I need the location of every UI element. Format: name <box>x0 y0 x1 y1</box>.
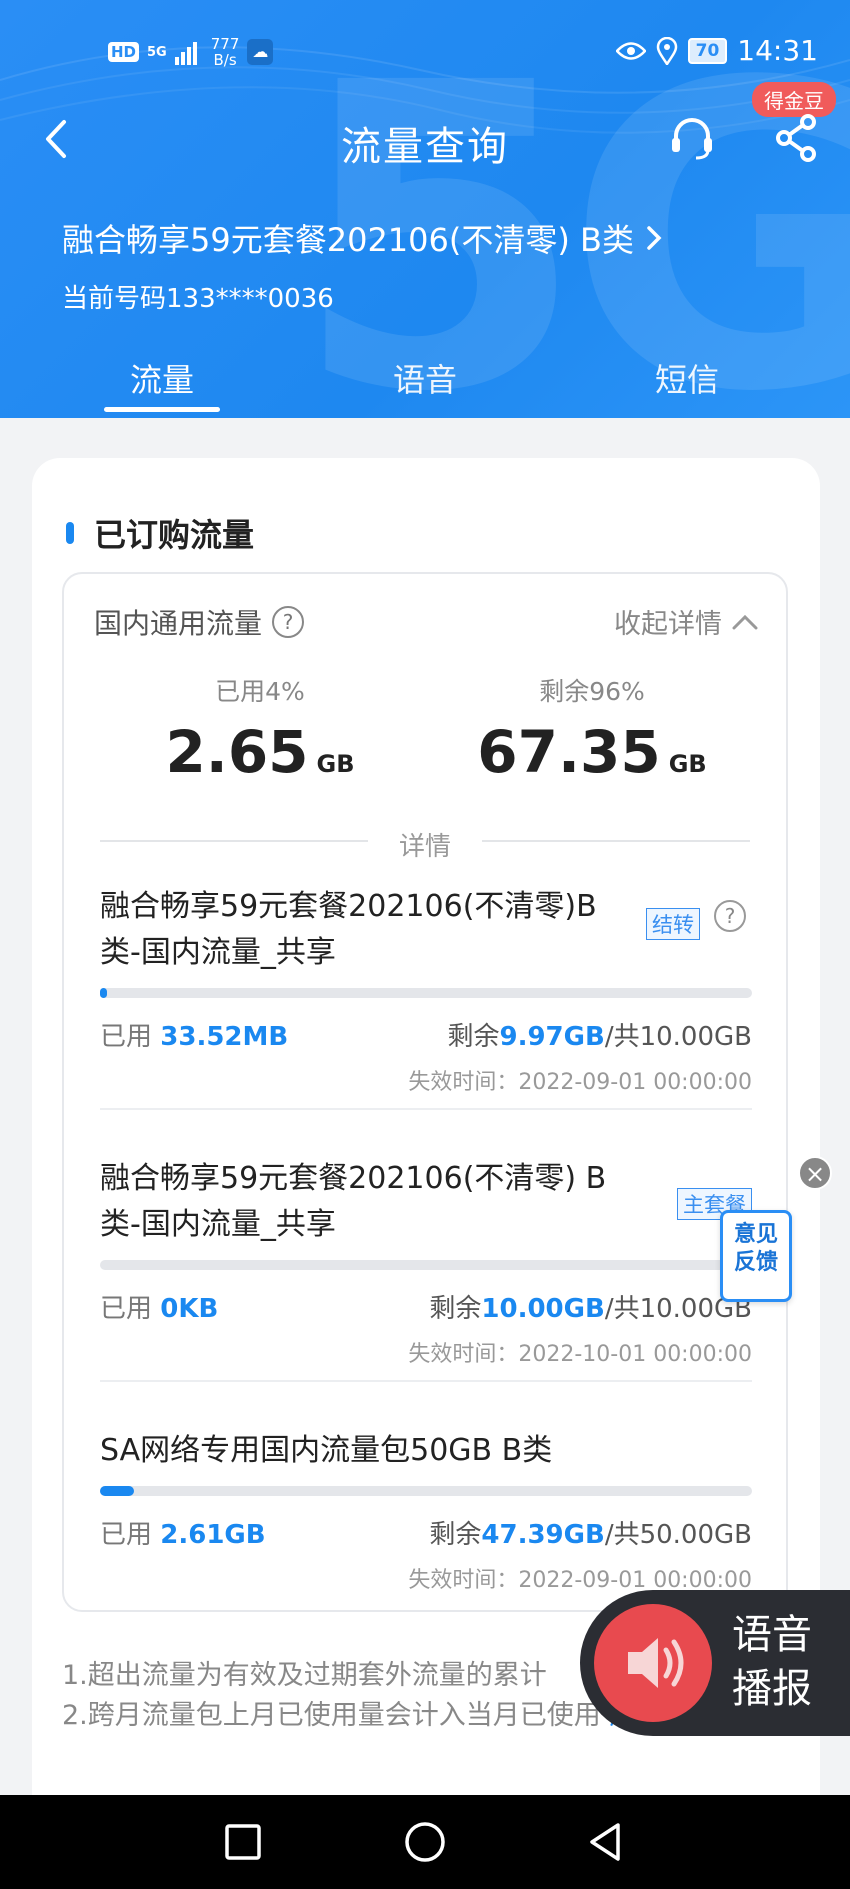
chevron-up-icon <box>732 614 758 629</box>
list-item: SA网络专用国内流量包50GB B类 已用 2.61GB 剩余47.39GB/共… <box>100 1428 752 1608</box>
status-bar: HD 5G 777 B/s ☁ 70 14:31 <box>0 30 850 70</box>
used-prefix: 已用 <box>100 1520 161 1550</box>
usage-progress-bar <box>100 1486 752 1496</box>
tab-bar: 流量 语音 短信 <box>0 355 850 415</box>
collapse-label: 收起详情 <box>614 609 722 640</box>
eye-icon <box>615 41 646 60</box>
domestic-data-label: 国内通用流量 ? <box>94 602 305 642</box>
section-title: 已订购流量 <box>66 510 254 556</box>
details-divider: 详情 <box>100 828 750 862</box>
help-icon[interactable]: ? <box>272 606 305 638</box>
speed-value: 777 <box>210 35 240 53</box>
used-amount: 已用 2.61GB <box>100 1514 266 1551</box>
remaining-prefix: 剩余 <box>447 1022 500 1052</box>
tab-voice[interactable]: 语音 <box>325 355 525 401</box>
feedback-label-2: 反馈 <box>733 1250 778 1275</box>
active-tab-indicator <box>104 407 220 412</box>
plan-name: 融合畅享59元套餐202106(不清零) B类 <box>62 221 634 259</box>
usage-progress-fill <box>100 1486 134 1496</box>
section-title-text: 已订购流量 <box>94 516 255 554</box>
domestic-label-text: 国内通用流量 <box>94 607 263 640</box>
remaining-prefix: 剩余 <box>429 1294 482 1324</box>
expire-time: 失效时间：2022-09-01 00:00:00 <box>408 1070 752 1095</box>
tab-data[interactable]: 流量 <box>62 355 262 401</box>
network-speed: 777 B/s <box>211 36 240 68</box>
used-summary: 已用4% 2.65 GB <box>110 672 410 786</box>
chevron-right-icon <box>647 226 662 250</box>
divider-line-right <box>482 840 750 842</box>
remaining-amount: 剩余47.39GB/共50.00GB <box>429 1514 752 1551</box>
hd-icon: HD <box>108 42 140 62</box>
total-value: /共50.00GB <box>604 1520 752 1550</box>
system-nav-bar <box>0 1795 850 1889</box>
customer-service-icon[interactable] <box>668 114 716 162</box>
weather-icon: ☁ <box>247 39 274 65</box>
remaining-percent-label: 剩余96% <box>539 677 645 706</box>
note-line-1: 1.超出流量为有效及过期套外流量的累计 <box>62 1660 547 1691</box>
recents-icon[interactable] <box>218 1817 268 1867</box>
item-separator <box>100 1108 752 1110</box>
usage-progress-fill <box>100 988 107 998</box>
collapse-details-button[interactable]: 收起详情 <box>614 602 758 641</box>
network-type: 5G <box>147 44 167 60</box>
help-icon[interactable]: ? <box>714 900 746 932</box>
nav-bar: 流量查询 <box>0 108 850 172</box>
used-unit: GB <box>316 750 355 778</box>
voice-label-1: 语音 <box>732 1612 812 1658</box>
remaining-summary: 剩余96% 67.35 GB <box>442 672 742 786</box>
voice-label-2: 播报 <box>732 1666 812 1712</box>
notes: 1.超出流量为有效及过期套外流量的累计 2.跨月流量包上月已使用量会计入当月已使… <box>62 1656 663 1736</box>
item-separator <box>100 1380 752 1382</box>
remaining-amount: 剩余9.97GB/共10.00GB <box>447 1016 752 1053</box>
back-nav-icon[interactable] <box>582 1817 632 1867</box>
location-icon <box>656 36 677 65</box>
expire-time: 失效时间：2022-10-01 00:00:00 <box>408 1342 752 1367</box>
remaining-value: 47.39GB <box>481 1520 605 1550</box>
item-name: 融合畅享59元套餐202106(不清零)B类-国内流量_共享 <box>100 889 597 970</box>
used-prefix: 已用 <box>100 1294 161 1324</box>
remaining-amount: 剩余10.00GB/共10.00GB <box>429 1288 752 1325</box>
list-item: 融合畅享59元套餐202106(不清零) B类-国内流量_共享 主套餐 已用 0… <box>100 1156 752 1382</box>
plan-selector[interactable]: 融合畅享59元套餐202106(不清零) B类 <box>62 215 662 261</box>
speaker-icon-bg <box>594 1604 712 1722</box>
note-line-2: 2.跨月流量包上月已使用量会计入当月已使用 <box>62 1700 601 1731</box>
remaining-prefix: 剩余 <box>429 1520 482 1550</box>
list-item: 融合畅享59元套餐202106(不清零)B类-国内流量_共享 结转 ? 已用 3… <box>100 884 752 1110</box>
usage-progress-bar <box>100 1260 752 1270</box>
remaining-value: 9.97GB <box>499 1022 605 1052</box>
remaining-value: 10.00GB <box>481 1294 605 1324</box>
feedback-label-1: 意见 <box>733 1222 778 1247</box>
used-value: 0KB <box>160 1294 219 1324</box>
used-value: 2.61GB <box>160 1520 266 1550</box>
item-name: 融合畅享59元套餐202106(不清零) B类-国内流量_共享 <box>100 1161 607 1242</box>
voice-broadcast-button[interactable]: 语音 播报 <box>580 1590 850 1736</box>
used-amount: 已用 0KB <box>100 1288 218 1325</box>
speed-unit: B/s <box>213 51 237 69</box>
item-name: SA网络专用国内流量包50GB B类 <box>100 1433 553 1468</box>
usage-progress-bar <box>100 988 752 998</box>
battery-indicator: 70 <box>687 37 728 64</box>
remaining-value: 67.35 <box>477 718 661 786</box>
clock: 14:31 <box>737 34 818 67</box>
home-icon[interactable] <box>400 1817 450 1867</box>
close-icon[interactable]: × <box>798 1156 832 1190</box>
total-value: /共10.00GB <box>604 1022 752 1052</box>
carryover-tag: 结转 <box>646 908 700 940</box>
details-label: 详情 <box>398 832 451 862</box>
phone-number: 当前号码133****0036 <box>62 284 334 314</box>
used-percent-label: 已用4% <box>215 677 305 706</box>
remaining-unit: GB <box>668 750 707 778</box>
used-value: 33.52MB <box>160 1022 289 1052</box>
page-title: 流量查询 <box>341 124 509 170</box>
section-marker <box>66 522 74 544</box>
signal-icon <box>174 42 197 65</box>
tab-sms[interactable]: 短信 <box>587 355 787 401</box>
used-prefix: 已用 <box>100 1022 161 1052</box>
used-amount: 已用 33.52MB <box>100 1016 288 1053</box>
feedback-button[interactable]: 意见 反馈 <box>720 1210 792 1302</box>
speaker-icon <box>628 1638 684 1688</box>
share-icon[interactable] <box>772 112 820 164</box>
used-value: 2.65 <box>165 718 309 786</box>
